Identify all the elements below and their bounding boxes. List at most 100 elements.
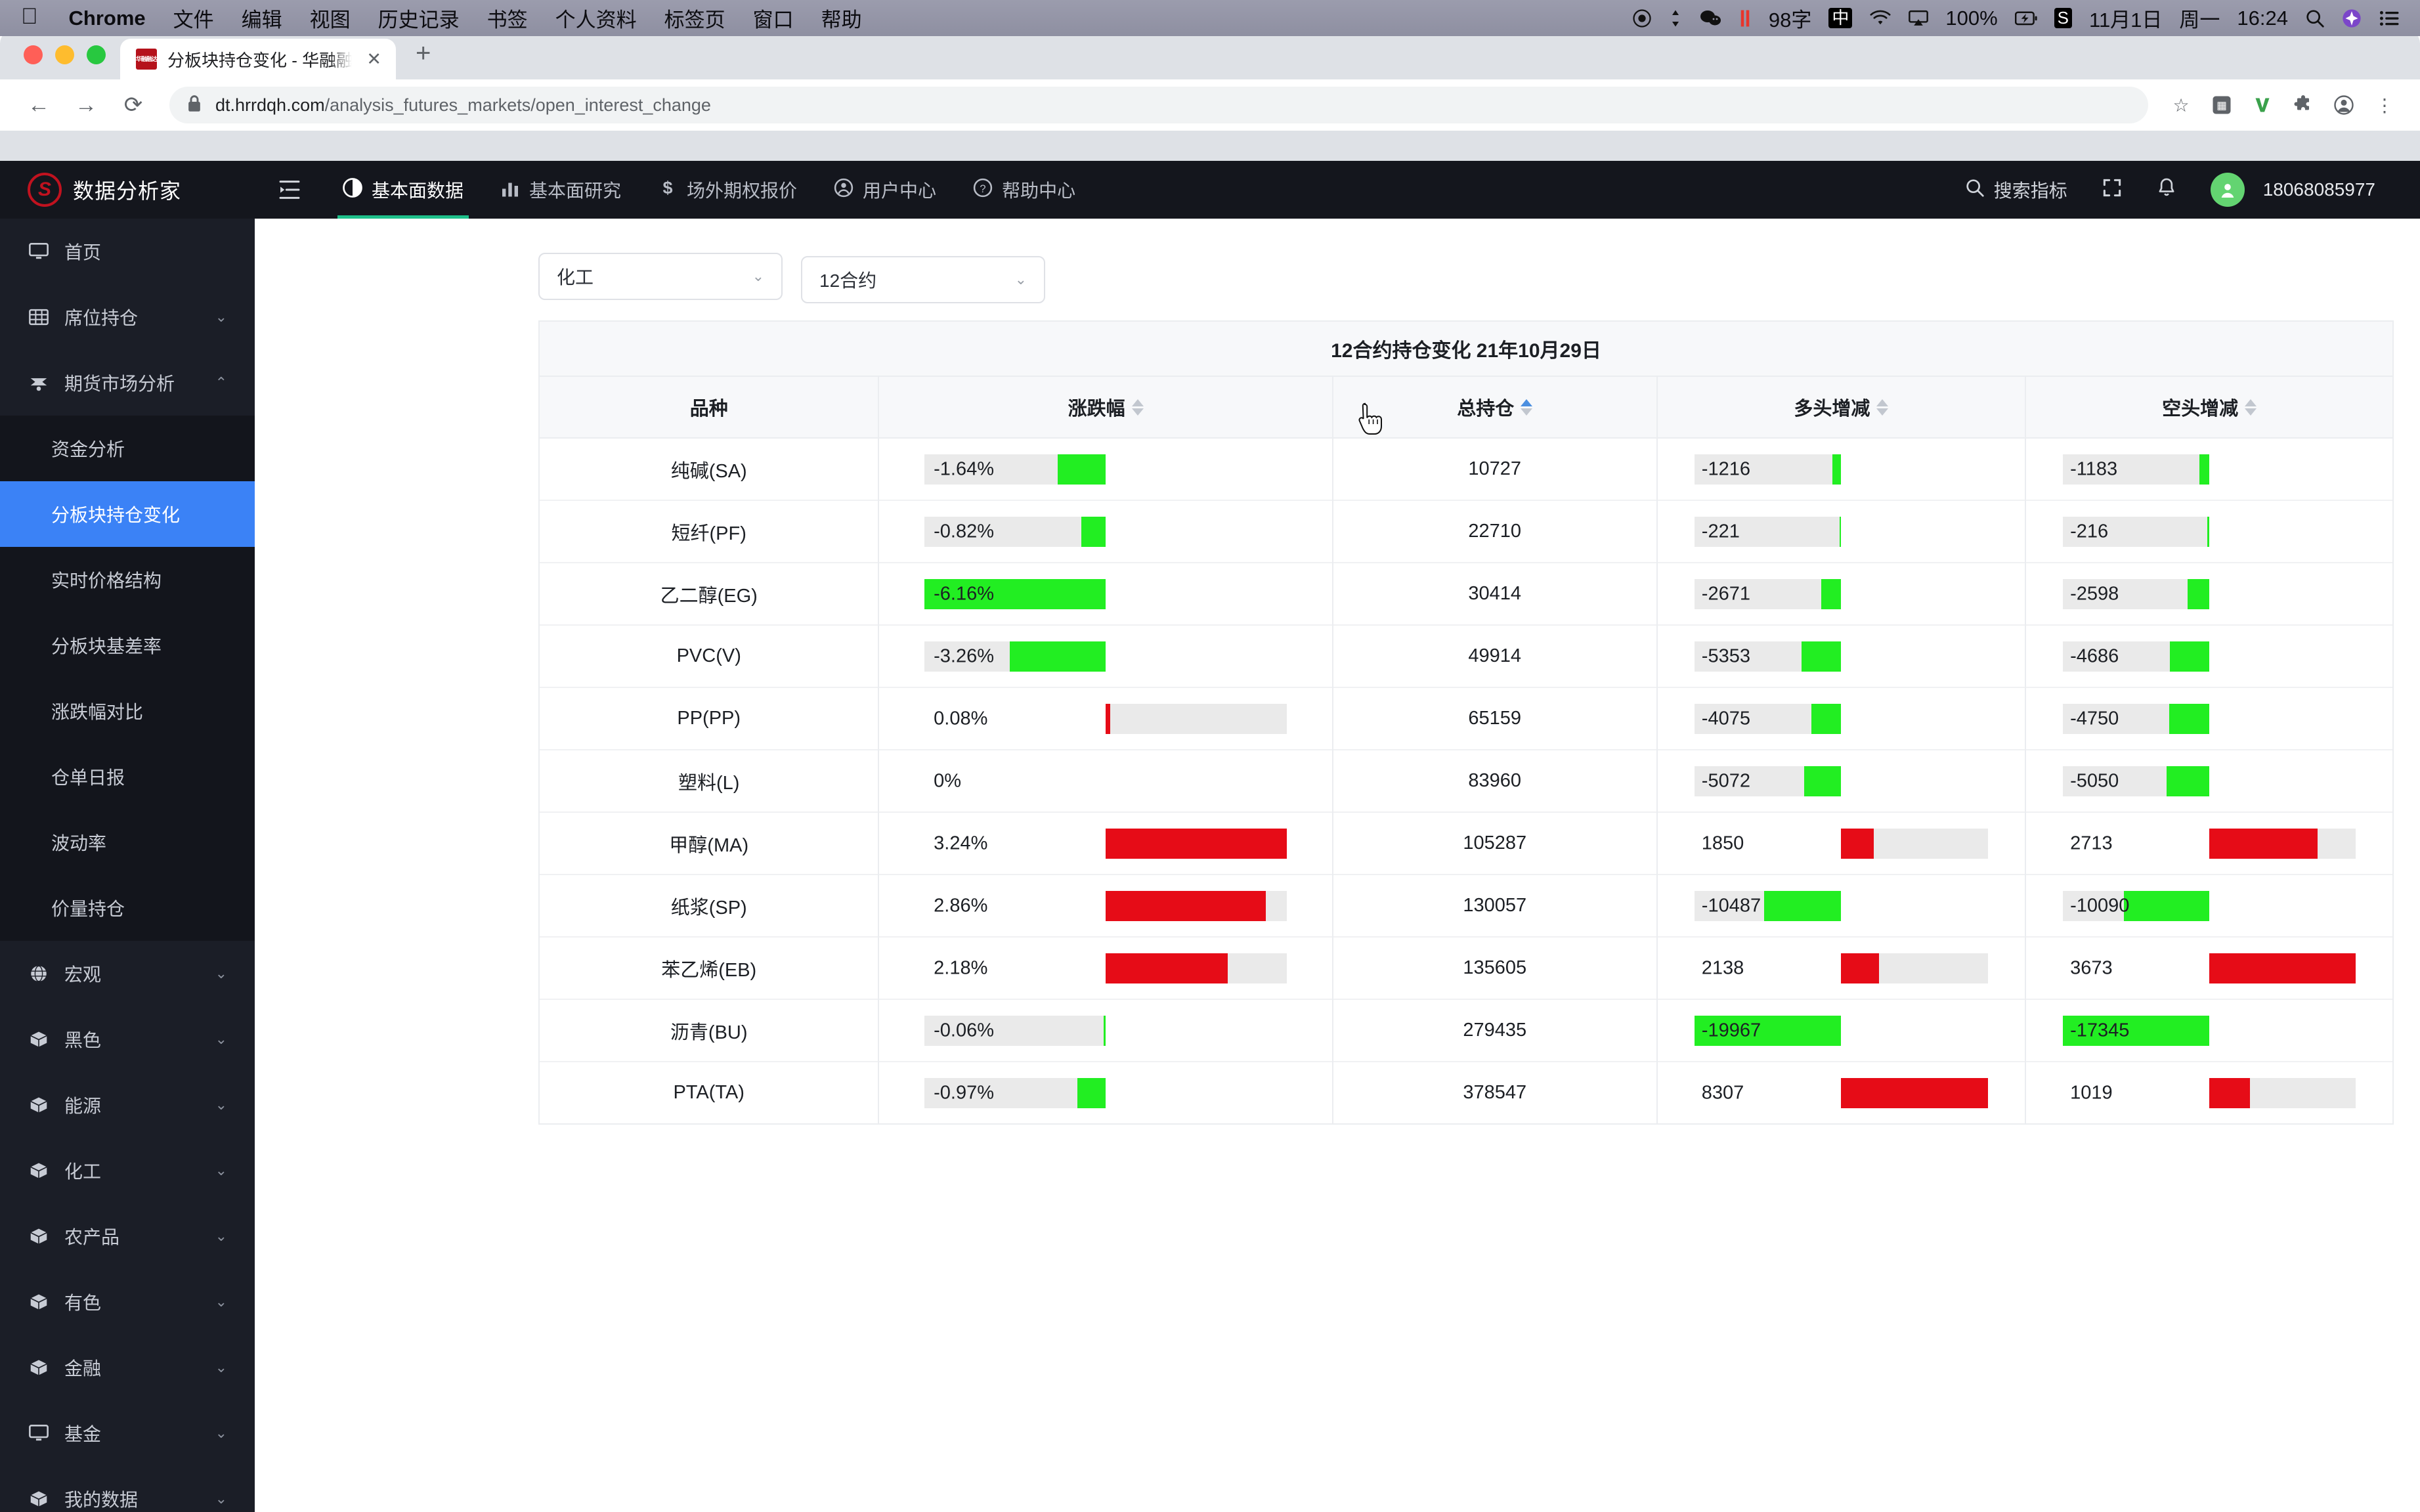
sidebar-item-chemicals[interactable]: 化工 ⌄ <box>0 1138 255 1203</box>
back-icon[interactable]: ← <box>18 85 59 125</box>
column-header-change[interactable]: 涨跌幅 <box>878 376 1333 438</box>
reload-icon[interactable]: ⟳ <box>113 85 154 125</box>
input-language-badge[interactable]: 中 <box>1820 7 1861 29</box>
apple-menu-icon[interactable]:  <box>21 5 38 28</box>
record-icon[interactable] <box>1624 9 1660 28</box>
bar-value-label: 8307 <box>1701 1082 1744 1103</box>
extension-grid-icon[interactable]: ▦ <box>2205 88 2239 122</box>
table-row[interactable]: 塑料(L) 0% 83960 -5072 -5050 <box>540 749 2392 812</box>
tab-user-center[interactable]: 用户中心 <box>815 161 955 219</box>
table-row[interactable]: 甲醇(MA) 3.24% 105287 1850 2713 <box>540 811 2392 875</box>
table-row[interactable]: 苯乙烯(EB) 2.18% 135605 2138 3673 <box>540 936 2392 999</box>
table-row[interactable]: 纯碱(SA) -1.64% 10727 -1216 -1183 <box>540 437 2392 500</box>
sidebar-item-energy[interactable]: 能源 ⌄ <box>0 1072 255 1138</box>
sort-toggle-icon[interactable] <box>1876 399 1889 416</box>
sidebar-item-futures-market-analysis[interactable]: 期货市场分析 ⌃ <box>0 350 255 416</box>
address-bar[interactable]: dt.hrrdqh.com/analysis_futures_markets/o… <box>169 87 2148 123</box>
wifi-icon[interactable] <box>1861 10 1900 27</box>
tab-fundamental-research[interactable]: 基本面研究 <box>482 161 639 219</box>
sidebar-toggle-icon[interactable] <box>255 179 324 201</box>
airplay-icon[interactable] <box>1900 10 1937 27</box>
bar-value-label: -19967 <box>1701 1020 1761 1041</box>
menu-history[interactable]: 历史记录 <box>364 3 473 33</box>
sort-toggle-icon[interactable] <box>2245 399 2257 416</box>
table-row[interactable]: 乙二醇(EG) -6.16% 30414 -2671 -2598 <box>540 562 2392 625</box>
sidebar-item-ferrous[interactable]: 黑色 ⌄ <box>0 1006 255 1072</box>
contract-select[interactable]: 12合约 ⌄ <box>801 256 1045 303</box>
sidebar-item-financial[interactable]: 金融 ⌄ <box>0 1335 255 1400</box>
menu-file[interactable]: 文件 <box>160 3 228 33</box>
chrome-menu-icon[interactable]: ⋮ <box>2367 88 2402 122</box>
tab-otc-option-quotes[interactable]: $ 场外期权报价 <box>639 161 815 219</box>
sidebar-item-macro[interactable]: 宏观 ⌄ <box>0 941 255 1006</box>
sogou-icon[interactable]: S <box>2046 7 2081 29</box>
table-row[interactable]: PTA(TA) -0.97% 378547 8307 1019 <box>540 1061 2392 1123</box>
table-row[interactable]: 纸浆(SP) 2.86% 130057 -10487 -10090 <box>540 874 2392 937</box>
tab-fundamental-data[interactable]: 基本面数据 <box>324 161 482 219</box>
user-account[interactable]: 18068085977 <box>2193 173 2392 207</box>
brand[interactable]: S 数据分析家 <box>0 173 255 207</box>
control-center-icon[interactable] <box>2370 10 2408 27</box>
extensions-puzzle-icon[interactable] <box>2286 88 2320 122</box>
fullscreen-button[interactable] <box>2085 177 2140 203</box>
tab-help-center[interactable]: ? 帮助中心 <box>955 161 1094 219</box>
table-row[interactable]: PVC(V) -3.26% 49914 -5353 -4686 <box>540 624 2392 687</box>
sidebar-item-home[interactable]: 首页 <box>0 219 255 284</box>
column-header-long[interactable]: 多头增减 <box>1656 376 2026 438</box>
spotlight-search-icon[interactable] <box>2297 9 2333 28</box>
new-tab-button[interactable]: + <box>396 40 450 66</box>
wechat-icon[interactable] <box>1691 9 1730 28</box>
maximize-window-button[interactable] <box>87 45 106 64</box>
notifications-button[interactable] <box>2140 177 2193 203</box>
menu-view[interactable]: 视图 <box>296 3 364 33</box>
column-header-short[interactable]: 空头增减 <box>2025 376 2392 438</box>
menu-profiles[interactable]: 个人资料 <box>542 3 651 33</box>
browser-tab[interactable]: 华融融达 分板块持仓变化 - 华融融达数据 ✕ <box>120 39 396 79</box>
profile-avatar-icon[interactable] <box>2327 88 2361 122</box>
sidebar-item-change-comparison[interactable]: 涨跌幅对比 <box>0 678 255 744</box>
menu-edit[interactable]: 编辑 <box>228 3 296 33</box>
bookmark-star-icon[interactable]: ☆ <box>2164 88 2198 122</box>
sort-toggle-icon[interactable] <box>1131 399 1144 416</box>
close-window-button[interactable] <box>24 45 43 64</box>
menu-help[interactable]: 帮助 <box>808 3 876 33</box>
sidebar-item-funds[interactable]: 基金 ⌄ <box>0 1400 255 1466</box>
battery-icon[interactable] <box>2006 11 2046 26</box>
table-row[interactable]: 短纤(PF) -0.82% 22710 -221 -216 <box>540 500 2392 563</box>
bar-gauge: 1019 <box>2026 1062 2392 1123</box>
sidebar-item-my-data[interactable]: 我的数据 ⌄ <box>0 1466 255 1512</box>
pause-icon[interactable] <box>1730 9 1760 28</box>
sidebar-item-volatility[interactable]: 波动率 <box>0 810 255 875</box>
sidebar-item-realtime-price-structure[interactable]: 实时价格结构 <box>0 547 255 613</box>
sidebar-item-warehouse-receipt-daily[interactable]: 仓单日报 <box>0 744 255 810</box>
bar-chart-icon <box>500 178 520 202</box>
sector-select[interactable]: 化工 ⌄ <box>538 253 783 300</box>
updown-arrows-icon[interactable] <box>1660 9 1691 28</box>
menu-bookmarks[interactable]: 书签 <box>473 3 542 33</box>
menu-window[interactable]: 窗口 <box>739 3 808 33</box>
sidebar-item-nonferrous[interactable]: 有色 ⌄ <box>0 1269 255 1335</box>
tab-close-icon[interactable]: ✕ <box>362 49 385 70</box>
minimize-window-button[interactable] <box>55 45 74 64</box>
cell-short: -5050 <box>2025 749 2392 812</box>
sidebar-item-seat-positions[interactable]: 席位持仓 ⌄ <box>0 284 255 350</box>
menu-tabs[interactable]: 标签页 <box>651 3 739 33</box>
sidebar-item-sector-basis-rate[interactable]: 分板块基差率 <box>0 613 255 678</box>
sidebar-item-agriculture[interactable]: 农产品 ⌄ <box>0 1203 255 1269</box>
menu-chrome[interactable]: Chrome <box>55 7 160 30</box>
bar-negative <box>2169 703 2210 734</box>
sidebar-item-price-volume-position[interactable]: 价量持仓 <box>0 875 255 941</box>
table-row[interactable]: 沥青(BU) -0.06% 279435 -19967 -17345 <box>540 999 2392 1062</box>
vimium-extension-icon[interactable] <box>2245 88 2280 122</box>
column-header-oi[interactable]: 总持仓 <box>1331 376 1657 438</box>
sidebar-item-sector-position-change[interactable]: 分板块持仓变化 <box>0 481 255 547</box>
chevron-down-icon: ⌄ <box>215 1425 227 1441</box>
monitor-icon <box>28 242 50 261</box>
table-row[interactable]: PP(PP) 0.08% 65159 -4075 -4750 <box>540 687 2392 750</box>
cell-name: 苯乙烯(EB) <box>540 936 879 999</box>
sidebar-item-fund-analysis[interactable]: 资金分析 <box>0 416 255 481</box>
search-indicator-button[interactable]: 搜索指标 <box>1948 177 2085 203</box>
forward-icon[interactable]: → <box>66 85 106 125</box>
sort-toggle-icon[interactable] <box>1521 399 1533 416</box>
siri-icon[interactable] <box>2333 9 2370 28</box>
